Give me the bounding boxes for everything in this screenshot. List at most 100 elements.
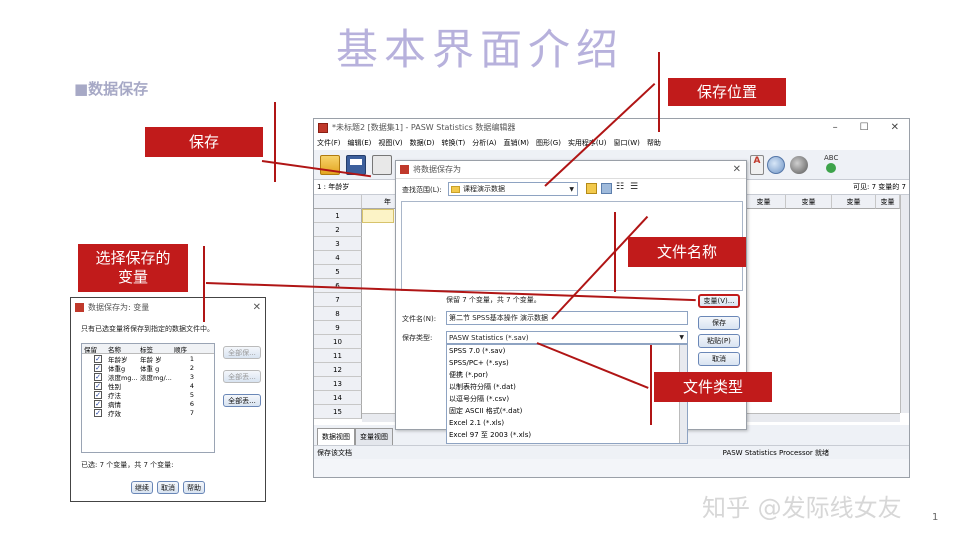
- circle-icon[interactable]: [767, 156, 785, 174]
- slide-title: 基本界面介绍: [335, 25, 624, 74]
- tab-variable-view[interactable]: 变量视图: [355, 428, 393, 445]
- keep-checkbox[interactable]: ✓: [94, 354, 102, 363]
- vertical-scrollbar[interactable]: [900, 195, 909, 413]
- menu-direct[interactable]: 直销(M): [504, 138, 530, 148]
- row-header[interactable]: 11: [314, 349, 362, 363]
- row-header[interactable]: 14: [314, 391, 362, 405]
- cancel-button[interactable]: 取消: [157, 481, 179, 494]
- selected-cell[interactable]: [362, 209, 394, 223]
- var-name: 疗效: [108, 409, 121, 418]
- drop-all-button[interactable]: 全部丢...: [223, 370, 261, 383]
- page-number: 1: [932, 512, 939, 523]
- maximize-icon[interactable]: ☐: [860, 122, 869, 133]
- var-order: 4: [189, 381, 194, 390]
- cancel-button[interactable]: 取消: [698, 352, 740, 366]
- save-button[interactable]: 保存: [698, 316, 740, 330]
- look-in-select[interactable]: 课程演示数据 ▼: [448, 182, 578, 196]
- menu-edit[interactable]: 编辑(E): [348, 138, 372, 148]
- row-header[interactable]: 13: [314, 377, 362, 391]
- menu-window[interactable]: 窗口(W): [614, 138, 640, 148]
- keep-checkbox[interactable]: ✓: [94, 372, 102, 381]
- row-header[interactable]: 1: [314, 209, 362, 223]
- col-header-var[interactable]: 变量: [786, 195, 832, 209]
- save-dialog-title: 将数据保存为: [413, 165, 461, 174]
- row-header[interactable]: 9: [314, 321, 362, 335]
- col-header-var[interactable]: 变量: [876, 195, 900, 209]
- keep-checkbox[interactable]: ✓: [94, 381, 102, 390]
- row-header[interactable]: 5: [314, 265, 362, 279]
- callout-file-type: 文件类型: [654, 372, 772, 402]
- row-header[interactable]: 15: [314, 405, 362, 419]
- new-folder-icon[interactable]: [601, 183, 612, 194]
- vars-instruction: 只有已选变量将保存到指定的数据文件中。: [81, 325, 214, 333]
- close-icon[interactable]: ✕: [891, 122, 899, 133]
- keep-checkbox[interactable]: ✓: [94, 390, 102, 399]
- drop-all-2-button[interactable]: 全部丢...: [223, 394, 261, 407]
- abc-check-icon[interactable]: ABC: [824, 154, 838, 173]
- keep-all-button[interactable]: 全部保...: [223, 346, 261, 359]
- keep-checkbox[interactable]: ✓: [94, 399, 102, 408]
- menu-view[interactable]: 视图(V): [378, 138, 402, 148]
- var-order: 3: [189, 372, 194, 381]
- row-header[interactable]: 10: [314, 335, 362, 349]
- spss-grid-icon: [400, 165, 409, 174]
- section-heading: ■数据保存: [74, 80, 149, 98]
- status-bar: 保存该文档 PASW Statistics Processor 就绪: [314, 445, 909, 459]
- status-right: PASW Statistics Processor 就绪: [722, 448, 829, 457]
- look-in-label: 查找范围(L):: [402, 186, 442, 194]
- sphere-icon[interactable]: [790, 156, 808, 174]
- menu-file[interactable]: 文件(F): [317, 138, 341, 148]
- minimize-icon[interactable]: –: [833, 122, 838, 133]
- save-dialog-titlebar: 将数据保存为 ✕: [396, 161, 746, 179]
- var-row[interactable]: ✓ 病情 6: [82, 399, 214, 409]
- visible-vars: 可见: 7 变量的 7: [853, 183, 906, 191]
- row-header[interactable]: 3: [314, 237, 362, 251]
- save-type-select[interactable]: PASW Statistics (*.sav) ▼: [446, 331, 688, 344]
- row-header[interactable]: 4: [314, 251, 362, 265]
- var-row[interactable]: ✓ 疗法 5: [82, 390, 214, 400]
- callout-save-location: 保存位置: [668, 78, 786, 106]
- row-header[interactable]: 7: [314, 293, 362, 307]
- callout-select-vars: 选择保存的 变量: [78, 244, 188, 292]
- col-header-var[interactable]: 变量: [832, 195, 876, 209]
- close-icon[interactable]: ✕: [253, 302, 265, 313]
- menu-graphs[interactable]: 图形(G): [536, 138, 561, 148]
- vars-list[interactable]: 保留 名称 标签 顺序 ✓ 年龄岁 年龄 岁 1 ✓ 体重g 体重 g 2 ✓ 浓度mg... 浓度…: [81, 343, 215, 453]
- cell-ref: 1 : 年龄岁: [317, 183, 350, 191]
- list-view-icon[interactable]: ☷: [616, 182, 624, 192]
- keep-checkbox[interactable]: ✓: [94, 363, 102, 372]
- keep-vars-text: 保留 7 个变量，共 7 个变量。: [446, 296, 541, 304]
- folder-icon: [451, 185, 460, 193]
- line-location-vertical: [658, 52, 660, 132]
- type-option[interactable]: Excel 97 至 2003 (*.xls): [447, 429, 687, 441]
- row-header[interactable]: 12: [314, 363, 362, 377]
- selected-count: 已选: 7 个变量，共 7 个变量:: [81, 461, 174, 469]
- menu-help[interactable]: 帮助: [647, 138, 661, 148]
- callout-select-vars-line2: 变量: [117, 268, 148, 286]
- variables-button[interactable]: 变量(V)...: [698, 294, 740, 308]
- toolbar-icon-a[interactable]: A: [750, 155, 764, 175]
- continue-button[interactable]: 继续: [131, 481, 153, 494]
- var-row[interactable]: ✓ 浓度mg... 浓度mg/... 3: [82, 372, 214, 382]
- details-view-icon[interactable]: ☰: [630, 182, 638, 192]
- menu-analyze[interactable]: 分析(A): [472, 138, 496, 148]
- help-button[interactable]: 帮助: [183, 481, 205, 494]
- keep-checkbox[interactable]: ✓: [94, 408, 102, 417]
- filename-input[interactable]: 第二节 SPSS基本操作 演示数据: [446, 311, 688, 325]
- vars-dialog-title: 数据保存为: 变量: [88, 302, 150, 312]
- header-label: 标签: [140, 345, 153, 354]
- menu-data[interactable]: 数据(D): [410, 138, 435, 148]
- watermark: 知乎 @发际线女友: [702, 494, 902, 522]
- row-header[interactable]: 8: [314, 307, 362, 321]
- col-header-var[interactable]: 变量: [742, 195, 786, 209]
- menu-transform[interactable]: 转换(T): [442, 138, 466, 148]
- row-header[interactable]: 2: [314, 223, 362, 237]
- print-icon[interactable]: [372, 155, 392, 175]
- close-icon[interactable]: ✕: [733, 164, 746, 175]
- var-row[interactable]: ✓ 性别 4: [82, 381, 214, 391]
- row-headers: 123456789101112131415: [314, 209, 362, 419]
- up-folder-icon[interactable]: [586, 183, 597, 194]
- paste-button[interactable]: 粘贴(P): [698, 334, 740, 348]
- tab-data-view[interactable]: 数据视图: [317, 428, 355, 445]
- var-row[interactable]: ✓ 疗效 7: [82, 408, 214, 418]
